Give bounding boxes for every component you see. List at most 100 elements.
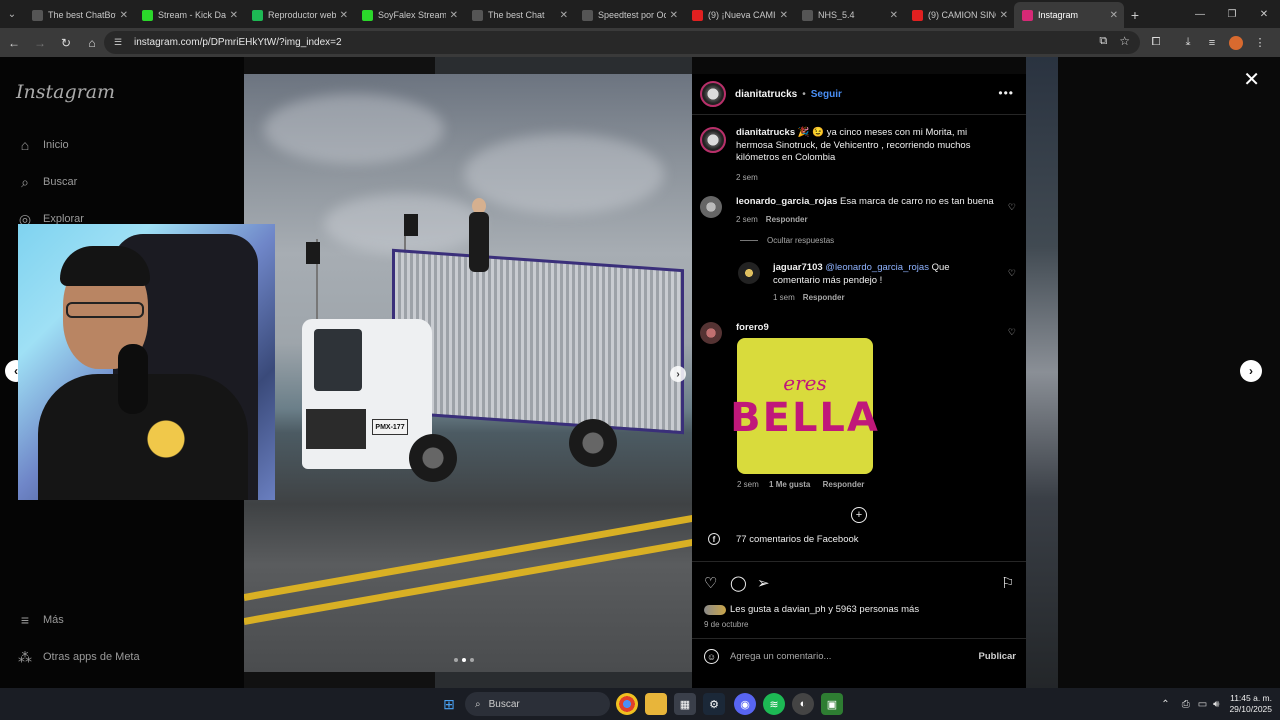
speedtest-icon — [582, 9, 593, 21]
close-tab-icon[interactable]: ✕ — [1000, 10, 1008, 21]
forward-icon[interactable]: → — [28, 31, 52, 55]
minimize-icon[interactable]: — — [1184, 0, 1216, 28]
file-explorer-icon[interactable] — [645, 693, 667, 715]
spotify-icon[interactable]: ≋ — [763, 693, 785, 715]
reply-button[interactable]: Responder — [803, 293, 845, 302]
like-comment-icon[interactable]: ♡ — [1008, 327, 1016, 338]
download-icon[interactable]: ⤓ — [1176, 31, 1200, 54]
chevron-up-icon[interactable]: ⌃ — [1161, 699, 1169, 710]
browser-tab[interactable]: Instagram ✕ — [1014, 2, 1124, 28]
avatar[interactable] — [700, 196, 722, 218]
reload-icon[interactable]: ↻ — [54, 31, 78, 55]
post-date: 9 de octubre — [704, 620, 749, 629]
reply-button[interactable]: Responder — [823, 480, 865, 489]
close-window-icon[interactable]: ✕ — [1248, 0, 1280, 28]
likes-summary[interactable]: Les gusta a davian_ph y 5963 personas má… — [704, 604, 919, 615]
tab-search-icon[interactable]: ⌄ — [0, 0, 24, 28]
close-tab-icon[interactable]: ✕ — [780, 10, 788, 21]
url-bar[interactable]: ☰ instagram.com/p/DPmriEHkYtW/?img_index… — [104, 31, 1140, 54]
kebab-menu-icon[interactable]: ⋮ — [1248, 31, 1272, 54]
load-more-comments-icon[interactable]: + — [851, 507, 867, 523]
close-tab-icon[interactable]: ✕ — [120, 10, 128, 21]
sidebar-item-mas[interactable]: ≡ Más — [16, 611, 64, 629]
install-icon[interactable]: ⧉ — [1099, 35, 1107, 48]
license-plate: PMX-177 — [372, 419, 408, 435]
truck-windshield — [314, 329, 362, 391]
home-icon[interactable]: ⌂ — [80, 31, 104, 55]
close-tab-icon[interactable]: ✕ — [890, 10, 898, 21]
microphone-icon[interactable]: ⎙ — [1182, 699, 1190, 710]
sidebar-item-meta-apps[interactable]: ⁂ Otras apps de Meta — [16, 648, 140, 666]
taskbar-clock[interactable]: 11:45 a. m. 29/10/2025 — [1229, 693, 1272, 715]
instagram-logo[interactable]: Instagram — [16, 81, 115, 103]
author-username[interactable]: dianitatrucks — [735, 89, 797, 100]
person — [469, 212, 489, 272]
more-options-icon[interactable]: ••• — [998, 86, 1014, 100]
like-comment-icon[interactable]: ♡ — [1008, 268, 1016, 279]
meta-apps-icon: ⁂ — [18, 648, 32, 665]
comment-mention[interactable]: @leonardo_garcia_rojas — [825, 262, 929, 273]
carousel-dot-active — [462, 658, 466, 662]
browser-tab[interactable]: Speedtest por Ookla ✕ — [574, 2, 684, 28]
avatar[interactable] — [738, 262, 760, 284]
browser-tab[interactable]: SoyFalex Stream ✕ — [354, 2, 464, 28]
comment-username[interactable]: jaguar7103 — [773, 262, 823, 273]
comment-icon[interactable]: ◯ — [730, 574, 747, 592]
publish-button[interactable]: Publicar — [979, 651, 1017, 662]
profile-avatar[interactable] — [1224, 31, 1248, 54]
share-icon[interactable]: ➢ — [757, 574, 770, 592]
browser-tab[interactable]: NHS_5.4 ✕ — [794, 2, 904, 28]
browser-tab[interactable]: The best ChatBot ✕ — [24, 2, 134, 28]
back-icon[interactable]: ← — [2, 31, 26, 55]
sidebar-item-inicio[interactable]: ⌂ Inicio — [16, 136, 69, 154]
facebook-comments-link[interactable]: f 77 comentarios de Facebook — [708, 533, 859, 545]
site-info-icon[interactable]: ☰ — [114, 37, 126, 49]
close-tab-icon[interactable]: ✕ — [1110, 10, 1118, 21]
sidebar-item-buscar[interactable]: ⌕ Buscar — [16, 173, 77, 191]
close-tab-icon[interactable]: ✕ — [340, 10, 348, 21]
avatar[interactable] — [700, 127, 726, 153]
app-icon[interactable]: ▣ — [821, 693, 843, 715]
avatar[interactable] — [700, 322, 722, 344]
next-image-icon[interactable]: › — [670, 366, 686, 382]
reply-button[interactable]: Responder — [766, 215, 808, 224]
browser-tab[interactable]: Reproductor web ✕ — [244, 2, 354, 28]
like-comment-icon[interactable]: ♡ — [1008, 202, 1016, 213]
close-icon[interactable]: ✕ — [1243, 67, 1260, 92]
browser-tab[interactable]: (9) CAMION SINOTRUK ✕ — [904, 2, 1014, 28]
avatar[interactable] — [700, 81, 726, 107]
hide-replies-button[interactable]: Ocultar respuestas — [740, 236, 834, 245]
media-icon[interactable]: ≡ — [1200, 31, 1224, 54]
taskbar-search[interactable]: ⌕ Buscar — [465, 692, 610, 716]
app-icon[interactable]: ◐ — [792, 693, 814, 715]
caption-username[interactable]: dianitatrucks — [736, 127, 795, 138]
like-icon[interactable]: ♡ — [704, 574, 717, 592]
save-bookmark-icon[interactable]: ⚐ — [1001, 574, 1014, 592]
store-icon[interactable]: ▦ — [674, 693, 696, 715]
browser-tab[interactable]: (9) ¡Nueva CAMIONETA ✕ — [684, 2, 794, 28]
comment-time: 2 sem — [737, 480, 759, 489]
next-post-icon[interactable]: › — [1240, 360, 1262, 382]
bookmark-star-icon[interactable]: ☆ — [1119, 34, 1130, 48]
maximize-icon[interactable]: ❐ — [1216, 0, 1248, 28]
comment-likes[interactable]: 1 Me gusta — [769, 480, 810, 489]
volume-icon[interactable]: 🔊︎ — [1213, 699, 1219, 710]
new-tab-button[interactable]: + — [1124, 2, 1146, 28]
close-tab-icon[interactable]: ✕ — [670, 10, 678, 21]
windows-start-icon[interactable]: ⊞ — [438, 693, 460, 715]
follow-button[interactable]: Seguir — [811, 89, 842, 100]
close-tab-icon[interactable]: ✕ — [450, 10, 458, 21]
emoji-icon[interactable]: ☺ — [704, 649, 719, 664]
comment-username[interactable]: forero9 — [736, 322, 769, 333]
browser-tab[interactable]: The best Chat ✕ — [464, 2, 574, 28]
close-tab-icon[interactable]: ✕ — [560, 10, 568, 21]
browser-tab[interactable]: Stream - Kick Dash ✕ — [134, 2, 244, 28]
extensions-icon[interactable]: ⧠ — [1144, 31, 1168, 54]
chrome-icon[interactable] — [616, 693, 638, 715]
steam-icon[interactable]: ⚙ — [703, 693, 725, 715]
close-tab-icon[interactable]: ✕ — [230, 10, 238, 21]
comment-input[interactable]: Agrega un comentario... — [730, 651, 979, 662]
comment-username[interactable]: leonardo_garcia_rojas — [736, 196, 837, 207]
network-icon[interactable]: ▭ — [1198, 699, 1207, 710]
discord-icon[interactable]: ◉ — [734, 693, 756, 715]
